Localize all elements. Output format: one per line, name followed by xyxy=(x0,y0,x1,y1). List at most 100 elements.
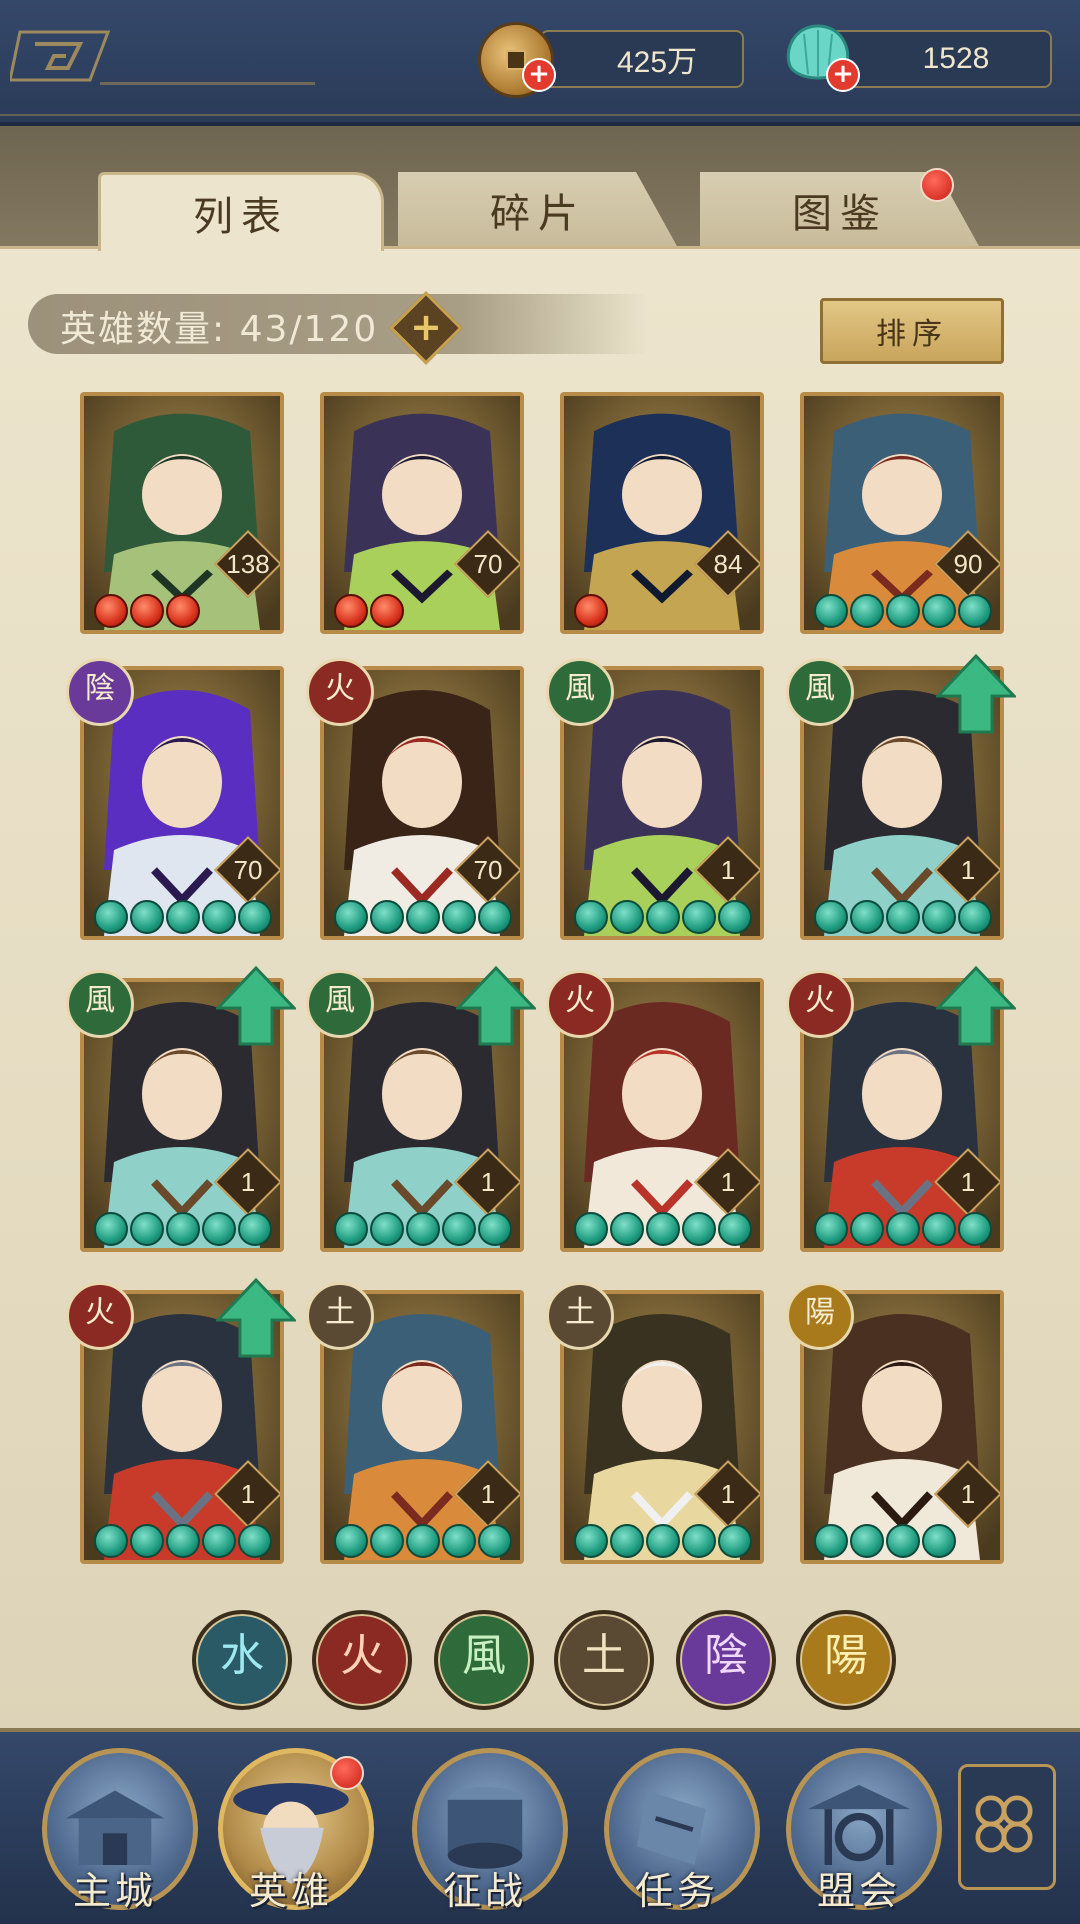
star-icon xyxy=(922,1212,956,1246)
element-filter-button[interactable]: 水 xyxy=(192,1610,292,1710)
star-icon xyxy=(166,1212,200,1246)
add-jade-button[interactable]: + xyxy=(826,58,860,92)
hero-star-row xyxy=(574,900,752,934)
element-filter-button[interactable]: 陽 xyxy=(796,1610,896,1710)
star-icon xyxy=(922,900,956,934)
star-icon xyxy=(406,1524,440,1558)
hero-star-row xyxy=(94,1212,272,1246)
sort-button[interactable]: 排序 xyxy=(820,298,1004,364)
hero-level: 84 xyxy=(713,549,743,579)
star-icon xyxy=(334,594,368,628)
star-icon xyxy=(130,1524,164,1558)
star-icon xyxy=(166,1524,200,1558)
star-icon xyxy=(850,1524,884,1558)
star-icon xyxy=(574,594,608,628)
star-icon xyxy=(850,900,884,934)
hero-star-row xyxy=(94,594,200,628)
star-icon xyxy=(370,1524,404,1558)
element-filter-button[interactable]: 土 xyxy=(554,1610,654,1710)
hero-star-row xyxy=(94,1524,272,1558)
star-icon xyxy=(958,900,992,934)
star-icon xyxy=(574,900,608,934)
star-icon xyxy=(478,900,512,934)
add-coins-button[interactable]: + xyxy=(522,58,556,92)
hero-level: 1 xyxy=(960,1479,976,1509)
hero-level: 138 xyxy=(226,549,270,579)
star-icon xyxy=(238,900,272,934)
star-icon xyxy=(94,900,128,934)
header-divider xyxy=(100,82,315,85)
coin-value: 425万 xyxy=(616,46,698,79)
flower-grid-icon xyxy=(975,1795,1033,1853)
star-icon xyxy=(610,900,644,934)
element-badge: 風 xyxy=(786,658,854,726)
hero-card[interactable]: 90 xyxy=(800,392,1004,634)
star-icon xyxy=(958,1212,992,1246)
hero-star-row xyxy=(574,594,608,628)
upgrade-arrow-icon xyxy=(214,1276,298,1360)
star-icon xyxy=(94,1212,128,1246)
star-icon xyxy=(370,900,404,934)
hero-level: 1 xyxy=(480,1479,496,1509)
jade-counter: 1528 xyxy=(830,30,1052,88)
plus-icon: + xyxy=(410,305,442,349)
hero-level: 1 xyxy=(720,855,736,885)
star-icon xyxy=(814,594,848,628)
star-icon xyxy=(646,900,680,934)
star-icon xyxy=(130,1212,164,1246)
star-icon xyxy=(202,1212,236,1246)
hero-star-row xyxy=(334,1524,512,1558)
tab-list[interactable]: 列表 xyxy=(98,172,384,251)
star-icon xyxy=(850,594,884,628)
upgrade-arrow-icon xyxy=(934,652,1018,736)
nav-main-city-label: 主城 xyxy=(72,1869,157,1913)
star-icon xyxy=(574,1524,608,1558)
star-icon xyxy=(886,1524,920,1558)
sort-label: 排序 xyxy=(876,317,948,352)
element-filter-button[interactable]: 陰 xyxy=(676,1610,776,1710)
star-icon xyxy=(238,1212,272,1246)
star-icon xyxy=(478,1524,512,1558)
star-icon xyxy=(814,1212,848,1246)
hero-star-row xyxy=(334,900,512,934)
element-filter-button[interactable]: 火 xyxy=(312,1610,412,1710)
upgrade-arrow-icon xyxy=(214,964,298,1048)
hero-level: 1 xyxy=(240,1167,256,1197)
element-filter-button[interactable]: 風 xyxy=(434,1610,534,1710)
hero-star-row xyxy=(574,1212,752,1246)
more-menu-button[interactable] xyxy=(958,1764,1056,1890)
tab-pieces[interactable]: 碎片 xyxy=(398,172,678,248)
hero-card[interactable]: 84 xyxy=(560,392,764,634)
star-icon xyxy=(406,1212,440,1246)
hero-level: 1 xyxy=(720,1479,736,1509)
star-icon xyxy=(94,594,128,628)
star-icon xyxy=(850,1212,884,1246)
hero-star-row xyxy=(814,1212,992,1246)
hero-card[interactable]: 70 xyxy=(320,392,524,634)
star-icon xyxy=(814,1524,848,1558)
hero-level: 1 xyxy=(720,1167,736,1197)
hero-star-row xyxy=(814,1524,956,1558)
star-icon xyxy=(646,1212,680,1246)
star-icon xyxy=(442,900,476,934)
star-icon xyxy=(922,594,956,628)
nav-alliance-label: 盟会 xyxy=(816,1869,901,1913)
star-icon xyxy=(478,1212,512,1246)
tab-pieces-label: 碎片 xyxy=(490,191,586,237)
star-icon xyxy=(886,594,920,628)
tab-list-label: 列表 xyxy=(193,194,289,240)
element-badge: 土 xyxy=(546,1282,614,1350)
star-icon xyxy=(814,900,848,934)
star-icon xyxy=(682,1212,716,1246)
coin-counter: 425万 xyxy=(540,30,744,88)
menu-pattern-icon[interactable] xyxy=(10,28,110,84)
jade-value: 1528 xyxy=(922,42,990,75)
hero-star-row xyxy=(814,594,992,628)
hero-count-value: 43/120 xyxy=(239,309,379,350)
star-icon xyxy=(958,594,992,628)
hero-count: 英雄数量: 43/120 xyxy=(60,300,378,352)
star-icon xyxy=(166,594,200,628)
hero-card[interactable]: 138 xyxy=(80,392,284,634)
star-icon xyxy=(166,900,200,934)
star-icon xyxy=(238,1524,272,1558)
